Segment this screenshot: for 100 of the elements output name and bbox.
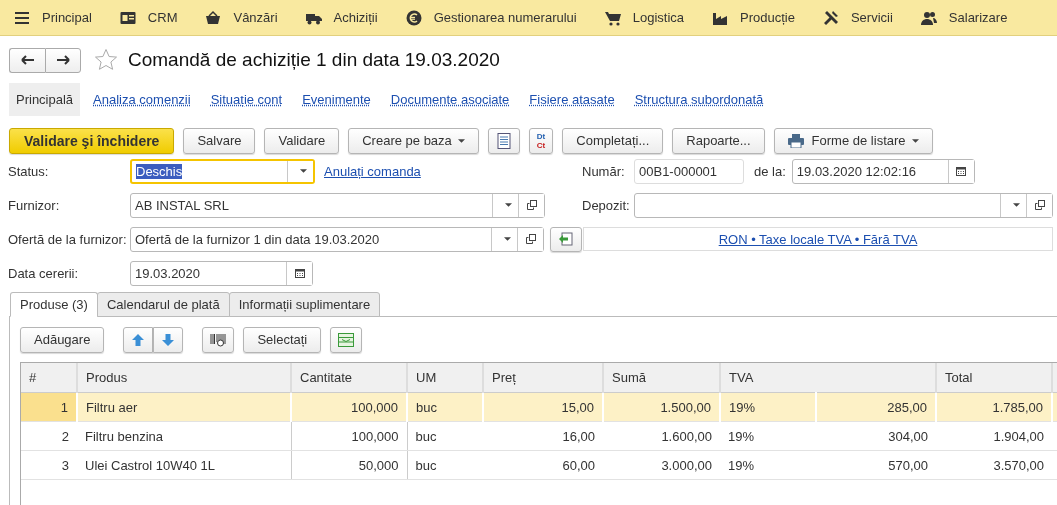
- toolbar-button[interactable]: Rapoarte...: [672, 127, 765, 154]
- people-icon: [920, 9, 937, 26]
- hamburger-menu-icon: [14, 9, 30, 26]
- print-forms-button[interactable]: Forme de listare: [773, 127, 933, 154]
- row-number-cell: 2: [21, 421, 77, 451]
- column-header[interactable]: UM: [407, 363, 483, 393]
- field-label: Status:: [8, 163, 50, 179]
- menu-item[interactable]: Servicii: [822, 9, 893, 26]
- debit-credit-button[interactable]: Dt Ct: [528, 127, 554, 154]
- total-cell: 1.785,00: [936, 392, 1052, 422]
- menu-item[interactable]: Gestionarea numerarului: [405, 9, 577, 26]
- field-label: Ofertă de la furnizor:: [8, 231, 128, 247]
- overlapping-squares-icon: [526, 200, 537, 210]
- menu-item[interactable]: Producție: [712, 9, 795, 26]
- barcode-icon: [210, 331, 227, 348]
- supplier-field[interactable]: AB INSTAL SRL: [130, 192, 545, 218]
- vat-amount-cell: 570,00: [816, 450, 936, 480]
- toolbar-button[interactable]: Completați...: [562, 127, 664, 154]
- column-header[interactable]: #: [21, 363, 77, 393]
- menu-item[interactable]: Logistica: [604, 9, 684, 26]
- section-link[interactable]: Documente asociate: [390, 91, 510, 107]
- row-number-cell: 1: [21, 392, 77, 422]
- product-cell: Filtru benzina: [77, 421, 291, 451]
- field-label: Număr:: [582, 163, 626, 179]
- row-number-cell: 3: [21, 450, 77, 480]
- dropdown-button[interactable]: [287, 160, 313, 182]
- document-title: Comandă de achiziție 1 din data 19.03.2020: [128, 49, 500, 71]
- unit-cell: buc: [407, 450, 483, 480]
- post-and-close-button[interactable]: Validare şi închidere: [9, 127, 175, 154]
- tab[interactable]: Produse (3): [10, 292, 98, 317]
- quantity-cell: 100,000: [291, 392, 407, 422]
- menu-item[interactable]: Vânzări: [205, 9, 278, 26]
- table-toolbar-button[interactable]: Adăugare: [20, 326, 105, 353]
- table-toolbar-button[interactable]: Selectați: [243, 326, 322, 353]
- tab[interactable]: Calendarul de plată: [96, 292, 230, 317]
- column-header[interactable]: Preț: [483, 363, 603, 393]
- document-icon: [495, 132, 512, 149]
- caret-icon: [504, 237, 511, 241]
- coin-icon: [405, 9, 422, 26]
- column-header[interactable]: TVA: [720, 363, 936, 393]
- up-arrow-icon: [131, 332, 146, 347]
- cart-icon: [604, 9, 621, 26]
- toolbar-button[interactable]: Salvare: [183, 127, 256, 154]
- menu-item[interactable]: Salarizare: [920, 9, 1008, 26]
- fill-button[interactable]: [330, 326, 363, 353]
- warehouse-field[interactable]: [634, 192, 1053, 218]
- request-date-field[interactable]: 19.03.2020: [130, 260, 313, 286]
- column-header[interactable]: Cantitate: [291, 363, 407, 393]
- move-down-button[interactable]: [153, 326, 184, 353]
- currency-tax-link[interactable]: RON • Taxe locale TVA • Fără TVA: [718, 231, 918, 247]
- status-field[interactable]: Deschis: [130, 158, 315, 184]
- open-button[interactable]: [1026, 193, 1052, 217]
- number-field[interactable]: 00B1-000001: [634, 158, 744, 184]
- open-button[interactable]: [517, 227, 543, 251]
- toolbar-button[interactable]: Validare: [264, 127, 340, 154]
- calendar-icon: [294, 268, 305, 278]
- calendar-button[interactable]: [286, 261, 312, 285]
- document-button[interactable]: [487, 127, 520, 154]
- cancel-order-link[interactable]: Anulați comanda: [324, 163, 421, 179]
- menu-item[interactable]: Principal: [14, 9, 92, 26]
- overlapping-squares-icon: [1034, 200, 1045, 210]
- date-field[interactable]: 19.03.2020 12:02:16: [791, 158, 975, 184]
- down-arrow-icon: [161, 332, 176, 347]
- product-cell: Filtru aer: [77, 392, 291, 422]
- calendar-icon: [956, 166, 967, 176]
- column-header[interactable]: Sumă: [603, 363, 720, 393]
- section-link[interactable]: Structura subordonată: [634, 91, 764, 107]
- section-link[interactable]: Analiza comenzii: [93, 91, 191, 107]
- menu-item[interactable]: CRM: [119, 9, 178, 26]
- forward-button[interactable]: [45, 47, 81, 73]
- back-button[interactable]: [9, 47, 45, 73]
- barcode-search-button[interactable]: [202, 326, 235, 353]
- supplier-offer-field[interactable]: Ofertă de la furnizor 1 din data 19.03.2020: [130, 226, 544, 252]
- open-button[interactable]: [518, 193, 544, 217]
- quantity-cell: 50,000: [291, 450, 407, 480]
- vat-amount-cell: 304,00: [816, 421, 936, 451]
- field-label: Data cererii:: [8, 265, 80, 281]
- calendar-button[interactable]: [947, 159, 974, 183]
- total-cell: 3.570,00: [936, 450, 1052, 480]
- section-link[interactable]: Situație cont: [210, 91, 283, 107]
- dropdown-button[interactable]: Creare pe baza: [348, 127, 479, 154]
- table-icon: [338, 331, 355, 348]
- printer-icon: [787, 133, 804, 148]
- menu-item[interactable]: Achiziții: [305, 9, 378, 26]
- field-label: Furnizor:: [8, 197, 61, 213]
- basket-icon: [205, 9, 222, 26]
- left-arrow-icon: [20, 55, 35, 65]
- amount-cell: 3.000,00: [603, 450, 720, 480]
- move-up-button[interactable]: [123, 326, 154, 353]
- price-cell: 16,00: [483, 421, 603, 451]
- section-link[interactable]: Principală: [9, 82, 81, 116]
- column-header[interactable]: Total: [936, 363, 1052, 393]
- star-icon[interactable]: [94, 48, 118, 72]
- fill-from-offer-button[interactable]: [550, 226, 582, 252]
- section-link[interactable]: Evenimente: [302, 91, 371, 107]
- column-header[interactable]: Produs: [77, 363, 291, 393]
- caret-icon: [505, 203, 512, 207]
- section-link[interactable]: Fisiere atasate: [529, 91, 615, 107]
- overlapping-squares-icon: [525, 234, 536, 244]
- tab[interactable]: Informații suplimentare: [228, 292, 381, 317]
